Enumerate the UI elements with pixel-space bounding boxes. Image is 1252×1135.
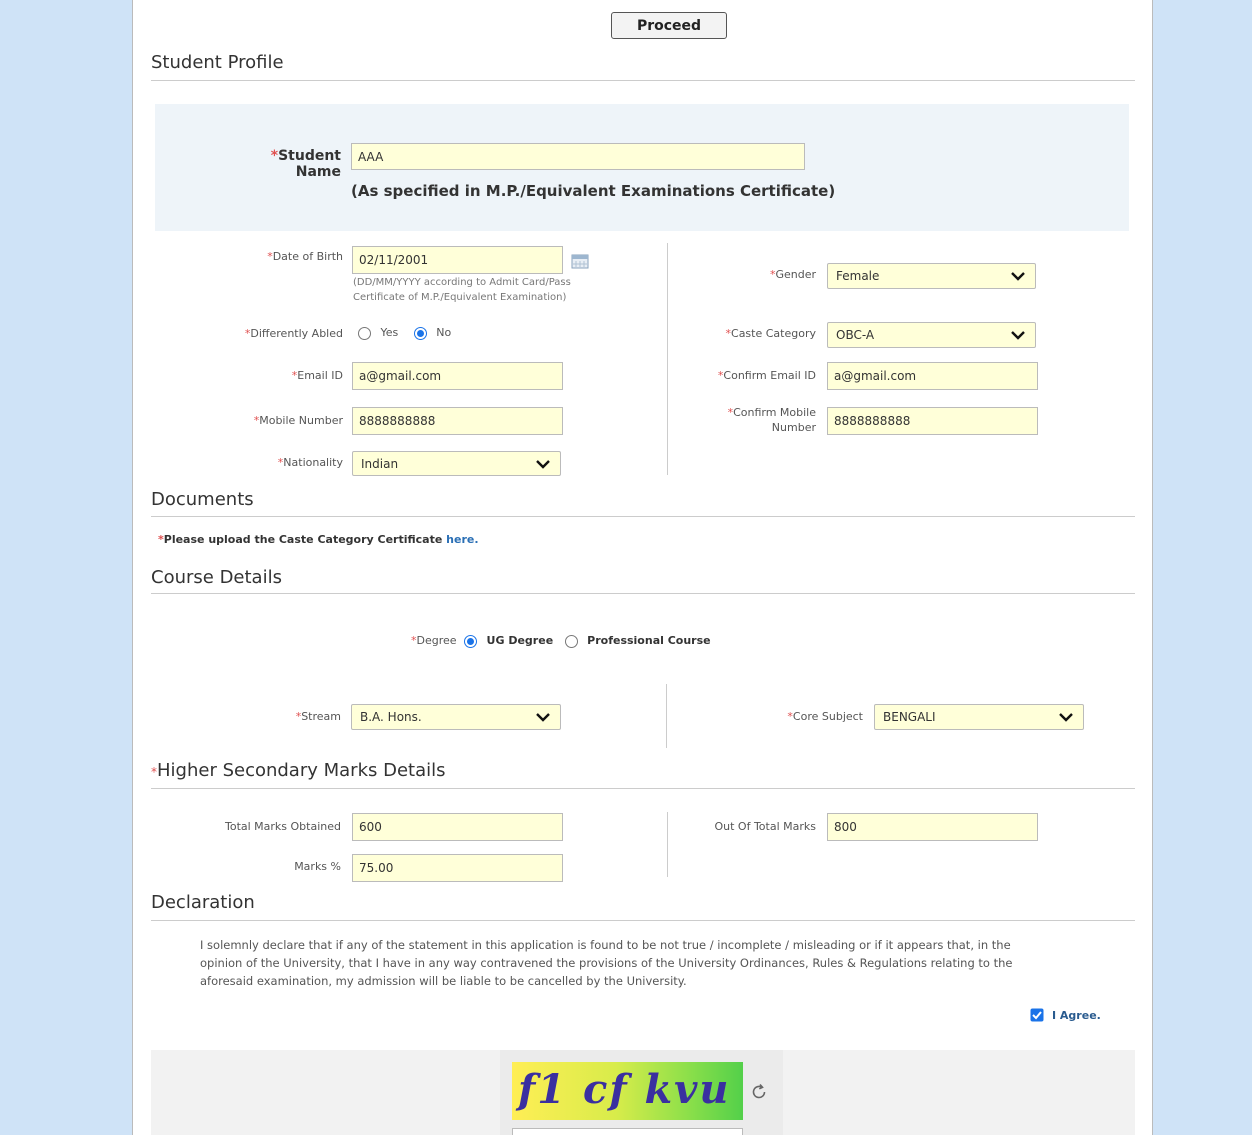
caste-category-label: *Caste Category [725, 327, 816, 340]
agree-label: I Agree. [1052, 1008, 1101, 1022]
nationality-select[interactable]: Indian [352, 451, 561, 476]
core-subject-value: BENGALI [883, 710, 936, 724]
agree-checkbox-row: I Agree. [1030, 1008, 1101, 1022]
chevron-down-icon [1059, 713, 1073, 722]
radio-yes-label: Yes [380, 326, 399, 339]
captcha-image: f1 cf kvu [512, 1062, 743, 1120]
stream-label: *Stream [295, 710, 341, 723]
agree-checkbox[interactable] [1030, 1008, 1044, 1022]
radio-no-label: No [436, 326, 452, 339]
captcha-box: f1 cf kvu [500, 1050, 783, 1135]
captcha-text: f1 cf kvu [518, 1066, 731, 1113]
caste-category-select[interactable]: OBC-A [827, 322, 1036, 348]
radio-no[interactable] [413, 326, 427, 340]
radio-yes[interactable] [358, 326, 371, 340]
student-name-input[interactable]: AAA [351, 143, 805, 170]
section-title-declaration: Declaration [151, 892, 255, 913]
stream-select[interactable]: B.A. Hons. [351, 704, 561, 730]
gender-value: Female [836, 269, 880, 283]
divider [151, 593, 1135, 594]
confirm-mobile-input[interactable]: 8888888888 [827, 407, 1038, 435]
calendar-icon[interactable] [571, 253, 589, 269]
nationality-label: *Nationality [277, 456, 343, 469]
differently-abled-radio-group: Yes No [358, 326, 451, 340]
student-name-panel: *Student Name AAA (As specified in M.P./… [155, 104, 1129, 231]
chevron-down-icon [1011, 331, 1025, 340]
dob-hint-line-2: Certificate of M.P./Equivalent Examinati… [353, 292, 567, 303]
student-name-note: (As specified in M.P./Equivalent Examina… [351, 182, 836, 200]
upload-here-link[interactable]: here. [446, 533, 478, 546]
degree-label: Degree [416, 634, 457, 647]
core-subject-select[interactable]: BENGALI [874, 704, 1084, 730]
proceed-button[interactable]: Proceed [611, 12, 727, 39]
caste-category-value: OBC-A [836, 328, 875, 342]
mobile-label: *Mobile Number [253, 414, 343, 427]
mobile-input[interactable]: 8888888888 [352, 407, 563, 435]
captcha-input[interactable] [512, 1128, 743, 1135]
nationality-value: Indian [361, 456, 399, 471]
chevron-down-icon [536, 713, 550, 722]
column-divider [666, 684, 667, 748]
stream-value: B.A. Hons. [360, 710, 422, 724]
confirm-mobile-label: *Confirm Mobile Number [727, 406, 816, 434]
confirm-email-input[interactable]: a@gmail.com [827, 362, 1038, 390]
divider [151, 788, 1135, 789]
student-name-label: *Student Name [270, 148, 341, 180]
out-of-total-label: Out Of Total Marks [714, 820, 816, 833]
divider [151, 920, 1135, 921]
confirm-email-label: *Confirm Email ID [717, 369, 816, 382]
section-title-documents: Documents [151, 489, 254, 510]
chevron-down-icon [536, 459, 550, 469]
declaration-line-3: aforesaid examination, my admission will… [200, 974, 687, 988]
declaration-line-2: opinion of the University, that I have i… [200, 956, 1013, 970]
degree-radio-group: *Degree UG Degree Professional Course [411, 634, 711, 648]
radio-professional-course[interactable] [564, 634, 578, 648]
section-title-student-profile: Student Profile [151, 52, 284, 73]
divider [151, 516, 1135, 517]
refresh-icon[interactable] [749, 1082, 769, 1102]
marks-percent-label: Marks % [294, 860, 341, 873]
divider [151, 80, 1135, 81]
out-of-total-input[interactable]: 800 [827, 813, 1038, 841]
chevron-down-icon [1011, 272, 1025, 281]
radio-ug-degree[interactable] [464, 634, 478, 648]
declaration-text: I solemnly declare that if any of the st… [200, 936, 1100, 990]
email-input[interactable]: a@gmail.com [352, 362, 563, 390]
differently-abled-label: *Differently Abled [244, 327, 343, 340]
marks-percent-input[interactable]: 75.00 [352, 854, 563, 882]
radio-professional-course-label: Professional Course [587, 634, 711, 647]
dob-input[interactable]: 02/11/2001 [352, 246, 563, 274]
dob-hint-line-1: (DD/MM/YYYY according to Admit Card/Pass [353, 277, 571, 288]
section-title-marks: *Higher Secondary Marks Details [151, 760, 446, 781]
total-marks-label: Total Marks Obtained [224, 820, 341, 833]
gender-label: *Gender [769, 268, 816, 281]
dob-label: *Date of Birth [267, 250, 343, 263]
email-label: *Email ID [291, 369, 343, 382]
core-subject-label: *Core Subject [787, 710, 863, 723]
radio-ug-degree-label: UG Degree [486, 634, 554, 647]
total-marks-input[interactable]: 600 [352, 813, 563, 841]
gender-select[interactable]: Female [827, 263, 1036, 289]
section-title-course-details: Course Details [151, 567, 282, 588]
form-page: Proceed Student Profile *Student Name AA… [132, 0, 1153, 1135]
caste-certificate-upload-text: *Please upload the Caste Category Certif… [158, 533, 479, 546]
declaration-line-1: I solemnly declare that if any of the st… [200, 938, 1011, 952]
